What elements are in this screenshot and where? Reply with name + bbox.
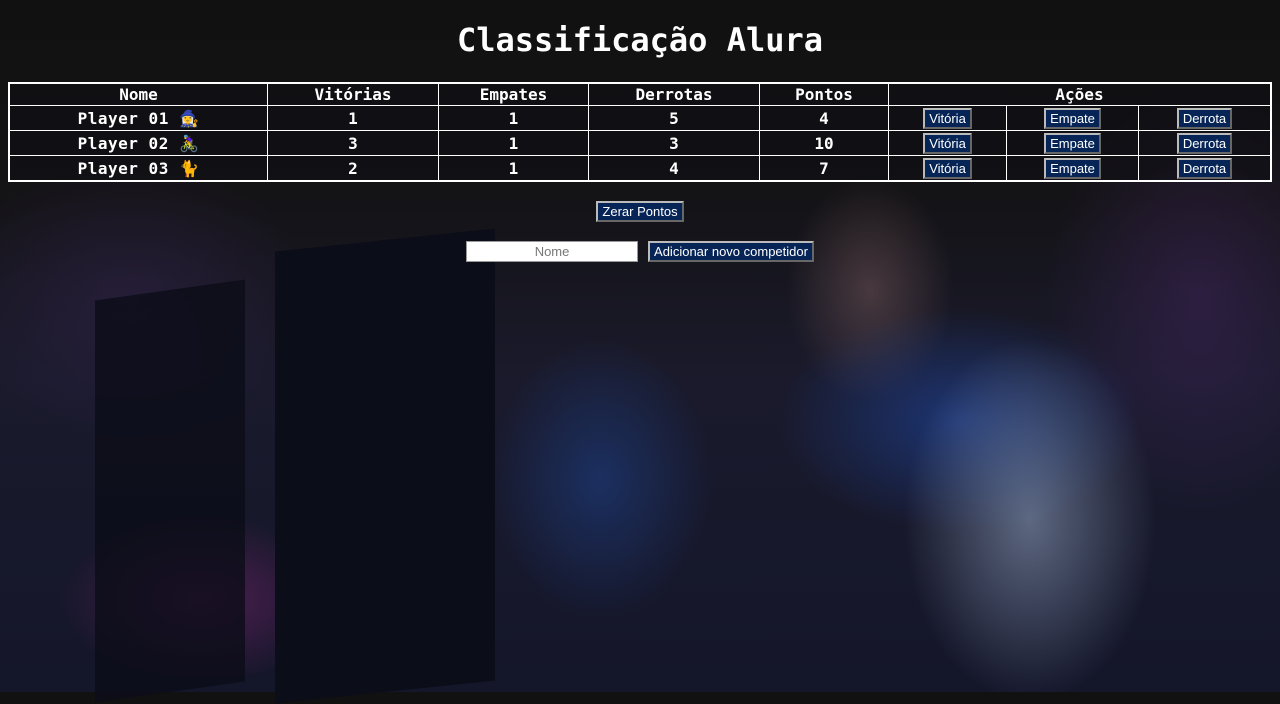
table-header-row: Nome Vitórias Empates Derrotas Pontos Aç… (8, 82, 1272, 106)
header-acoes: Ações (888, 82, 1272, 106)
draw-cell: Empate (1006, 105, 1139, 131)
draw-button[interactable]: Empate (1044, 157, 1101, 179)
player-name: Player 03 🐈 (8, 155, 268, 182)
loss-button[interactable]: Derrota (1176, 157, 1233, 179)
table-row: Player 03 🐈 2 1 4 7 Vitória Empate Derrota (8, 155, 1272, 182)
header-vitorias: Vitórias (267, 82, 439, 106)
header-empates: Empates (438, 82, 589, 106)
draws-value: 1 (438, 130, 589, 156)
wins-value: 2 (267, 155, 439, 182)
win-cell: Vitória (888, 130, 1007, 156)
player-name: Player 01 🧙‍♀️ (8, 105, 268, 131)
loss-button[interactable]: Derrota (1176, 107, 1233, 129)
header-derrotas: Derrotas (588, 82, 760, 106)
header-pontos: Pontos (759, 82, 889, 106)
points-value: 7 (759, 155, 889, 182)
wins-value: 3 (267, 130, 439, 156)
loss-cell: Derrota (1138, 105, 1272, 131)
win-cell: Vitória (888, 105, 1007, 131)
losses-value: 4 (588, 155, 760, 182)
win-cell: Vitória (888, 155, 1007, 182)
points-value: 4 (759, 105, 889, 131)
win-button[interactable]: Vitória (923, 107, 972, 129)
draw-cell: Empate (1006, 130, 1139, 156)
loss-cell: Derrota (1138, 130, 1272, 156)
draw-button[interactable]: Empate (1044, 132, 1101, 154)
table-row: Player 02 🚴‍♀️ 3 1 3 10 Vitória Empate Derrota (8, 130, 1272, 156)
table-row: Player 01 🧙‍♀️ 1 1 5 4 Vitória Empate Derrota (8, 105, 1272, 131)
win-button[interactable]: Vitória (923, 157, 972, 179)
points-value: 10 (759, 130, 889, 156)
draw-cell: Empate (1006, 155, 1139, 182)
draw-button[interactable]: Empate (1044, 107, 1101, 129)
reset-points-button[interactable]: Zerar Pontos (596, 201, 684, 222)
loss-cell: Derrota (1138, 155, 1272, 182)
losses-value: 3 (588, 130, 760, 156)
monitor-silhouette (275, 228, 495, 704)
draws-value: 1 (438, 105, 589, 131)
wins-value: 1 (267, 105, 439, 131)
monitor-silhouette (95, 279, 245, 703)
player-name: Player 02 🚴‍♀️ (8, 130, 268, 156)
header-nome: Nome (8, 82, 268, 106)
win-button[interactable]: Vitória (923, 132, 972, 154)
draws-value: 1 (438, 155, 589, 182)
loss-button[interactable]: Derrota (1176, 132, 1233, 154)
losses-value: 5 (588, 105, 760, 131)
leaderboard-table: Nome Vitórias Empates Derrotas Pontos Aç… (8, 82, 1272, 182)
add-player-button[interactable]: Adicionar novo competidor (648, 241, 814, 262)
page-title: Classificação Alura (456, 21, 824, 59)
player-name-input[interactable] (466, 241, 639, 262)
